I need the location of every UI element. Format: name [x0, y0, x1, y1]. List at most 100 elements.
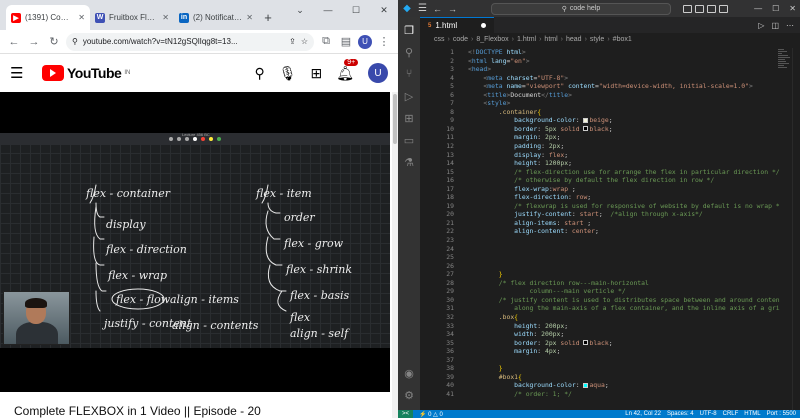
- run-icon[interactable]: ▷: [758, 21, 764, 30]
- account-avatar[interactable]: U: [368, 63, 388, 83]
- share-icon[interactable]: ⇪: [289, 37, 296, 46]
- close-window-icon[interactable]: ✕: [789, 4, 796, 13]
- close-icon[interactable]: ✕: [246, 13, 253, 22]
- code-line[interactable]: 32 .box{: [420, 313, 780, 322]
- microphone-icon[interactable]: 🎙︎: [279, 65, 297, 82]
- code-line[interactable]: 19 /* flexwrap is used for responsive of…: [420, 202, 780, 211]
- code-line[interactable]: 33 height: 200px;: [420, 322, 780, 331]
- extensions-icon[interactable]: ⊞: [402, 111, 416, 125]
- search-icon[interactable]: ⚲: [402, 45, 416, 59]
- code-line[interactable]: 1 <!DOCTYPE html>: [420, 48, 780, 57]
- code-line[interactable]: 2 <html lang="en">: [420, 57, 780, 66]
- code-line[interactable]: 15 /* flex-direction use for arrange the…: [420, 168, 780, 177]
- maximize-icon[interactable]: ☐: [342, 0, 370, 20]
- code-line[interactable]: 16 /* otherwise by default the flex dire…: [420, 176, 780, 185]
- code-line[interactable]: 30 /* justify content is used to distrib…: [420, 296, 780, 305]
- code-line[interactable]: 24: [420, 245, 780, 254]
- code-line[interactable]: 9 background-color: beige;: [420, 116, 780, 125]
- breadcrumb-item[interactable]: 1.html: [517, 36, 536, 43]
- breadcrumb-item[interactable]: style: [590, 36, 604, 43]
- code-line[interactable]: 40 background-color: aqua;: [420, 381, 780, 390]
- code-line[interactable]: 29 column---main verticle */: [420, 287, 780, 296]
- testing-icon[interactable]: ⚗: [402, 155, 416, 169]
- cursor-position[interactable]: Ln 42, Col 22: [625, 411, 661, 417]
- code-line[interactable]: 37: [420, 356, 780, 365]
- tab-youtube[interactable]: ▶ (1391) Complete FLE... ✕: [6, 5, 90, 30]
- source-control-icon[interactable]: ⑂: [402, 67, 416, 81]
- breadcrumb-item[interactable]: head: [566, 36, 582, 43]
- youtube-logo[interactable]: YouTube IN: [42, 65, 130, 81]
- code-line[interactable]: 13 display: flex;: [420, 151, 780, 160]
- code-line[interactable]: 38 }: [420, 364, 780, 373]
- code-line[interactable]: 3 <head>: [420, 65, 780, 74]
- code-line[interactable]: 6 <title>Document</title>: [420, 91, 780, 100]
- eol-status[interactable]: CRLF: [723, 411, 739, 417]
- code-line[interactable]: 25: [420, 253, 780, 262]
- minimize-icon[interactable]: —: [314, 0, 342, 20]
- code-line[interactable]: 20 justify-content: start; /*align throu…: [420, 210, 780, 219]
- maximize-icon[interactable]: ☐: [772, 4, 779, 13]
- code-line[interactable]: 18 flex-direction: row;: [420, 193, 780, 202]
- command-center-search[interactable]: ⚲ code help: [490, 2, 671, 15]
- code-line[interactable]: 7 <style>: [420, 99, 780, 108]
- back-icon[interactable]: ←: [433, 4, 442, 14]
- notifications-button[interactable]: 🔔︎ 9+: [336, 58, 359, 82]
- video-player[interactable]: Lecture 456 BC flex - container display …: [0, 92, 390, 392]
- toggle-sidebar-icon[interactable]: [682, 4, 692, 13]
- forward-icon[interactable]: →: [448, 4, 457, 14]
- new-tab-button[interactable]: +: [258, 5, 278, 30]
- account-icon[interactable]: ◉: [402, 366, 416, 380]
- forward-icon[interactable]: →: [26, 34, 42, 50]
- code-line[interactable]: 5 <meta name="viewport" content="width=d…: [420, 82, 780, 91]
- search-icon[interactable]: ⚲: [254, 65, 264, 82]
- encoding-status[interactable]: UTF-8: [700, 411, 717, 417]
- code-line[interactable]: 27 }: [420, 270, 780, 279]
- breadcrumb-item[interactable]: html: [544, 36, 557, 43]
- tab-1-html[interactable]: 5 1.html: [420, 17, 494, 33]
- remote-explorer-icon[interactable]: ▭: [402, 133, 416, 147]
- code-line[interactable]: 28 /* flex direction row---main-horizont…: [420, 279, 780, 288]
- code-line[interactable]: 26: [420, 262, 780, 271]
- unsaved-dot-icon[interactable]: [481, 23, 486, 28]
- customize-layout-icon[interactable]: [718, 4, 728, 13]
- back-icon[interactable]: ←: [6, 34, 22, 50]
- code-line[interactable]: 41 /* order: 1; */: [420, 390, 780, 399]
- more-actions-icon[interactable]: ⋯: [786, 21, 794, 30]
- code-editor[interactable]: 1 <!DOCTYPE html> 2 <html lang="en"> 3 <head>…: [420, 48, 780, 410]
- close-icon[interactable]: ✕: [78, 13, 85, 22]
- run-debug-icon[interactable]: ▷: [402, 89, 416, 103]
- breadcrumb-item[interactable]: 8_Flexbox: [476, 36, 508, 43]
- manage-gear-icon[interactable]: ⚙: [402, 388, 416, 402]
- close-icon[interactable]: ✕: [162, 13, 169, 22]
- code-line[interactable]: 14 height: 1200px;: [420, 159, 780, 168]
- code-line[interactable]: 35 border: 2px solid black;: [420, 339, 780, 348]
- address-bar[interactable]: ⚲ youtube.com/watch?v=tN12gSQlIqg8t=13..…: [66, 32, 314, 51]
- extensions-icon[interactable]: ⧉: [318, 34, 334, 50]
- code-line[interactable]: 36 margin: 4px;: [420, 347, 780, 356]
- tab-fruitbox[interactable]: W Fruitbox Flex - C... ✕: [90, 5, 174, 30]
- split-editor-icon[interactable]: ◫: [771, 21, 779, 30]
- code-line[interactable]: 10 border: 5px solid black;: [420, 125, 780, 134]
- code-line[interactable]: 39 #box1{: [420, 373, 780, 382]
- bookmark-star-icon[interactable]: ☆: [301, 37, 308, 46]
- toggle-secondary-sidebar-icon[interactable]: [706, 4, 716, 13]
- indentation-status[interactable]: Spaces: 4: [667, 411, 694, 417]
- language-mode[interactable]: HTML: [744, 411, 760, 417]
- profile-avatar[interactable]: U: [358, 34, 372, 49]
- menu-kebab-icon[interactable]: ⋮: [376, 34, 392, 50]
- code-line[interactable]: 31 along the main-axis of a flex contain…: [420, 304, 780, 313]
- editor-scrollbar[interactable]: [792, 48, 800, 410]
- live-server-port[interactable]: Port : 5500: [767, 411, 796, 417]
- breadcrumb-item[interactable]: #box1: [613, 36, 632, 43]
- code-line[interactable]: 22 align-content: center;: [420, 227, 780, 236]
- code-line[interactable]: 23: [420, 236, 780, 245]
- tab-search-icon[interactable]: ⌄: [286, 0, 314, 20]
- code-line[interactable]: 34 width: 200px;: [420, 330, 780, 339]
- code-line[interactable]: 12 padding: 2px;: [420, 142, 780, 151]
- code-line[interactable]: 11 margin: 2px;: [420, 133, 780, 142]
- create-video-icon[interactable]: ⊞: [310, 65, 322, 82]
- breadcrumb-item[interactable]: code: [453, 36, 468, 43]
- code-line[interactable]: 8 .container{: [420, 108, 780, 117]
- close-window-icon[interactable]: ✕: [370, 0, 398, 20]
- minimize-icon[interactable]: —: [754, 4, 762, 13]
